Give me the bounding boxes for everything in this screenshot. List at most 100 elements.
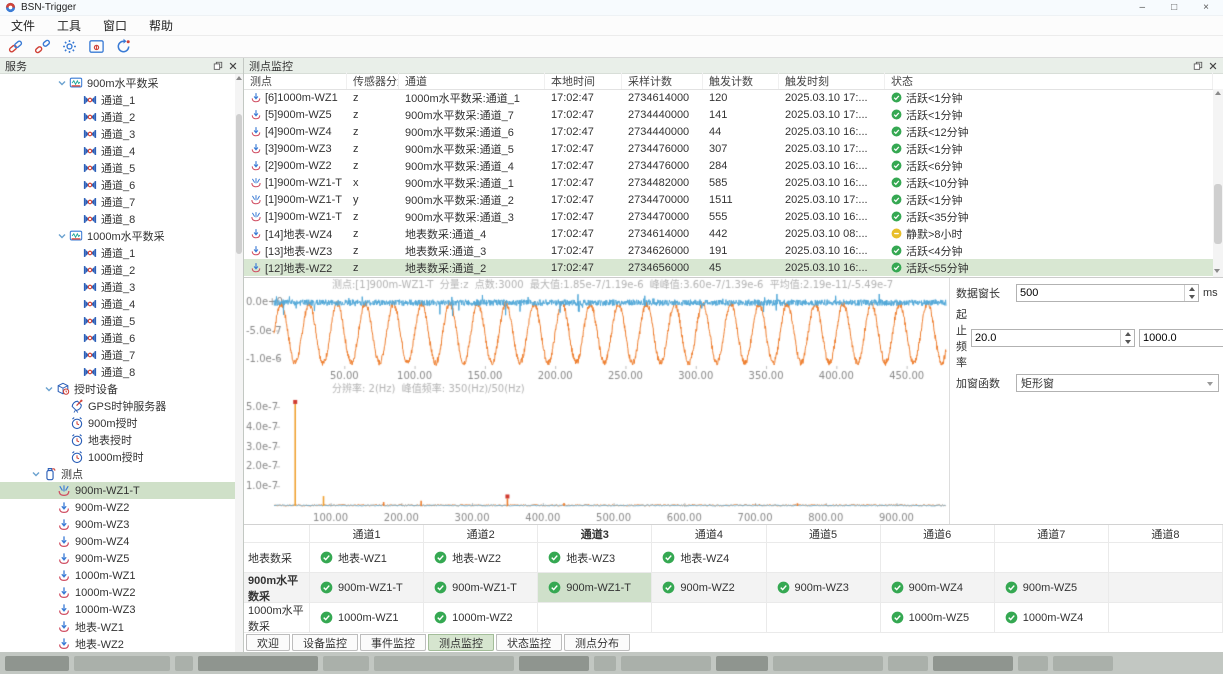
tree-item-1000m水平数采[interactable]: 1000m水平数采 (0, 227, 235, 244)
channel-cell[interactable]: 地表-WZ2 (424, 543, 538, 572)
float-panel-icon[interactable] (1193, 61, 1203, 71)
tree-item-通道_5[interactable]: 通道_5 (0, 312, 235, 329)
float-panel-icon[interactable] (213, 61, 223, 71)
column-header-测点[interactable]: 测点 (244, 72, 347, 89)
tree-item-授时设备[interactable]: 授时设备 (0, 380, 235, 397)
chevron-down-icon[interactable] (31, 469, 41, 479)
channel-cell[interactable]: 地表-WZ3 (538, 543, 652, 572)
tree-item-900m-WZ5[interactable]: 900m-WZ5 (0, 550, 235, 567)
link-icon[interactable] (5, 37, 25, 56)
menu-文件[interactable]: 文件 (0, 17, 46, 34)
tab-设备监控[interactable]: 设备监控 (292, 634, 358, 651)
point-row-[6]1000m-WZ1-z[interactable]: [6]1000m-WZ1z1000m水平数采:通道_117:02:4727346… (244, 89, 1213, 106)
point-row-[5]900m-WZ5-z[interactable]: [5]900m-WZ5z900m水平数采:通道_717:02:472734440… (244, 106, 1213, 123)
tree-item-通道_7[interactable]: 通道_7 (0, 193, 235, 210)
tree-item-900m-WZ3[interactable]: 900m-WZ3 (0, 516, 235, 533)
point-row-[1]900m-WZ1-T-z[interactable]: [1]900m-WZ1-Tz900m水平数采:通道_317:02:4727344… (244, 208, 1213, 225)
column-header-采样计数[interactable]: 采样计数 (622, 72, 703, 89)
tree-item-通道_3[interactable]: 通道_3 (0, 278, 235, 295)
close-panel-icon[interactable] (1208, 61, 1218, 71)
scroll-up-icon[interactable] (1215, 91, 1221, 95)
window-length-spinner[interactable] (1184, 285, 1198, 301)
table-scrollbar[interactable] (1213, 89, 1223, 277)
point-row-[1]900m-WZ1-T-x[interactable]: [1]900m-WZ1-Tx900m水平数采:通道_117:02:4727344… (244, 174, 1213, 191)
point-row-[13]地表-WZ3-z[interactable]: [13]地表-WZ3z地表数采:通道_317:02:47273462600019… (244, 242, 1213, 259)
channel-cell[interactable]: 900m-WZ5 (995, 573, 1109, 602)
maximize-button[interactable]: □ (1171, 2, 1177, 13)
column-header-触发计数[interactable]: 触发计数 (703, 72, 779, 89)
tree-item-通道_7[interactable]: 通道_7 (0, 346, 235, 363)
channel-cell[interactable]: 900m-WZ4 (881, 573, 995, 602)
tree-scrollbar[interactable] (235, 74, 243, 652)
channel-cell[interactable]: 1000m-WZ1 (310, 603, 424, 632)
window-length-field[interactable] (1017, 285, 1184, 301)
channel-cell[interactable]: 900m-WZ2 (652, 573, 766, 602)
menu-窗口[interactable]: 窗口 (92, 17, 138, 34)
point-row-[1]900m-WZ1-T-y[interactable]: [1]900m-WZ1-Ty900m水平数采:通道_217:02:4727344… (244, 191, 1213, 208)
menu-工具[interactable]: 工具 (46, 17, 92, 34)
minimize-button[interactable]: – (1140, 2, 1146, 13)
point-row-[3]900m-WZ3-z[interactable]: [3]900m-WZ3z900m水平数采:通道_517:02:472734476… (244, 140, 1213, 157)
column-header-传感器分量[interactable]: 传感器分量 (347, 72, 399, 89)
window-length-input[interactable] (1016, 284, 1199, 302)
tab-事件监控[interactable]: 事件监控 (360, 634, 426, 651)
tree-item-900m-WZ4[interactable]: 900m-WZ4 (0, 533, 235, 550)
tree-item-通道_8[interactable]: 通道_8 (0, 210, 235, 227)
tree-item-900m授时[interactable]: 900m授时 (0, 414, 235, 431)
tree-item-测点[interactable]: 测点 (0, 465, 235, 482)
scrollbar-thumb[interactable] (1214, 184, 1222, 244)
chevron-down-icon[interactable] (57, 231, 67, 241)
point-row-[12]地表-WZ2-z[interactable]: [12]地表-WZ2z地表数采:通道_217:02:47273465600045… (244, 259, 1213, 276)
tree-item-地表-WZ1[interactable]: 地表-WZ1 (0, 618, 235, 635)
tree-item-通道_6[interactable]: 通道_6 (0, 176, 235, 193)
scroll-down-icon[interactable] (1214, 269, 1220, 273)
channel-cell[interactable]: 900m-WZ1-T (424, 573, 538, 602)
gear-icon[interactable] (59, 37, 79, 56)
tree-item-通道_2[interactable]: 通道_2 (0, 108, 235, 125)
freq-to-input[interactable] (1139, 329, 1223, 347)
tree-item-通道_8[interactable]: 通道_8 (0, 363, 235, 380)
tree-item-900m-WZ2[interactable]: 900m-WZ2 (0, 499, 235, 516)
point-row-[14]地表-WZ4-z[interactable]: [14]地表-WZ4z地表数采:通道_417:02:47273461400044… (244, 225, 1213, 242)
column-header-状态[interactable]: 状态 (885, 72, 1213, 89)
channel-cell[interactable]: 1000m-WZ4 (995, 603, 1109, 632)
channel-cell[interactable]: 900m-WZ1-T (538, 573, 652, 602)
tree-item-通道_4[interactable]: 通道_4 (0, 295, 235, 312)
scroll-up-icon[interactable] (236, 76, 242, 80)
tree-item-通道_1[interactable]: 通道_1 (0, 244, 235, 261)
chevron-down-icon[interactable] (44, 384, 54, 394)
column-header-触发时刻[interactable]: 触发时刻 (779, 72, 885, 89)
tree-item-地表-WZ2[interactable]: 地表-WZ2 (0, 635, 235, 652)
tab-测点监控[interactable]: 测点监控 (428, 634, 494, 651)
scrollbar-thumb[interactable] (236, 114, 242, 254)
menu-帮助[interactable]: 帮助 (138, 17, 184, 34)
tree-item-地表授时[interactable]: 地表授时 (0, 431, 235, 448)
tree-item-通道_2[interactable]: 通道_2 (0, 261, 235, 278)
tree-item-通道_6[interactable]: 通道_6 (0, 329, 235, 346)
tree-item-1000m-WZ1[interactable]: 1000m-WZ1 (0, 567, 235, 584)
tree-item-1000m-WZ3[interactable]: 1000m-WZ3 (0, 601, 235, 618)
tree-item-通道_5[interactable]: 通道_5 (0, 159, 235, 176)
tab-测点分布[interactable]: 测点分布 (564, 634, 630, 651)
column-header-本地时间[interactable]: 本地时间 (545, 72, 622, 89)
tree-item-通道_4[interactable]: 通道_4 (0, 142, 235, 159)
tree-item-1000m授时[interactable]: 1000m授时 (0, 448, 235, 465)
channel-cell[interactable]: 地表-WZ4 (652, 543, 766, 572)
channel-cell[interactable]: 1000m-WZ2 (424, 603, 538, 632)
tree-item-GPS时钟服务器[interactable]: GPS时钟服务器 (0, 397, 235, 414)
close-button[interactable]: × (1203, 2, 1209, 13)
point-row-[4]900m-WZ4-z[interactable]: [4]900m-WZ4z900m水平数采:通道_617:02:472734440… (244, 123, 1213, 140)
tab-状态监控[interactable]: 状态监控 (496, 634, 562, 651)
console-window-icon[interactable] (86, 37, 106, 56)
channel-cell[interactable]: 900m-WZ1-T (310, 573, 424, 602)
channel-cell[interactable]: 900m-WZ3 (767, 573, 881, 602)
unlink-icon[interactable] (32, 37, 52, 56)
freq-from-field[interactable] (972, 330, 1120, 346)
freq-to-field[interactable] (1140, 330, 1223, 346)
spectrum-chart[interactable] (244, 382, 950, 524)
chevron-down-icon[interactable] (57, 78, 67, 88)
point-row-[2]900m-WZ2-z[interactable]: [2]900m-WZ2z900m水平数采:通道_417:02:472734476… (244, 157, 1213, 174)
column-header-通道[interactable]: 通道 (399, 72, 545, 89)
tree-item-通道_1[interactable]: 通道_1 (0, 91, 235, 108)
tree-item-900m-WZ1-T[interactable]: 900m-WZ1-T (0, 482, 235, 499)
